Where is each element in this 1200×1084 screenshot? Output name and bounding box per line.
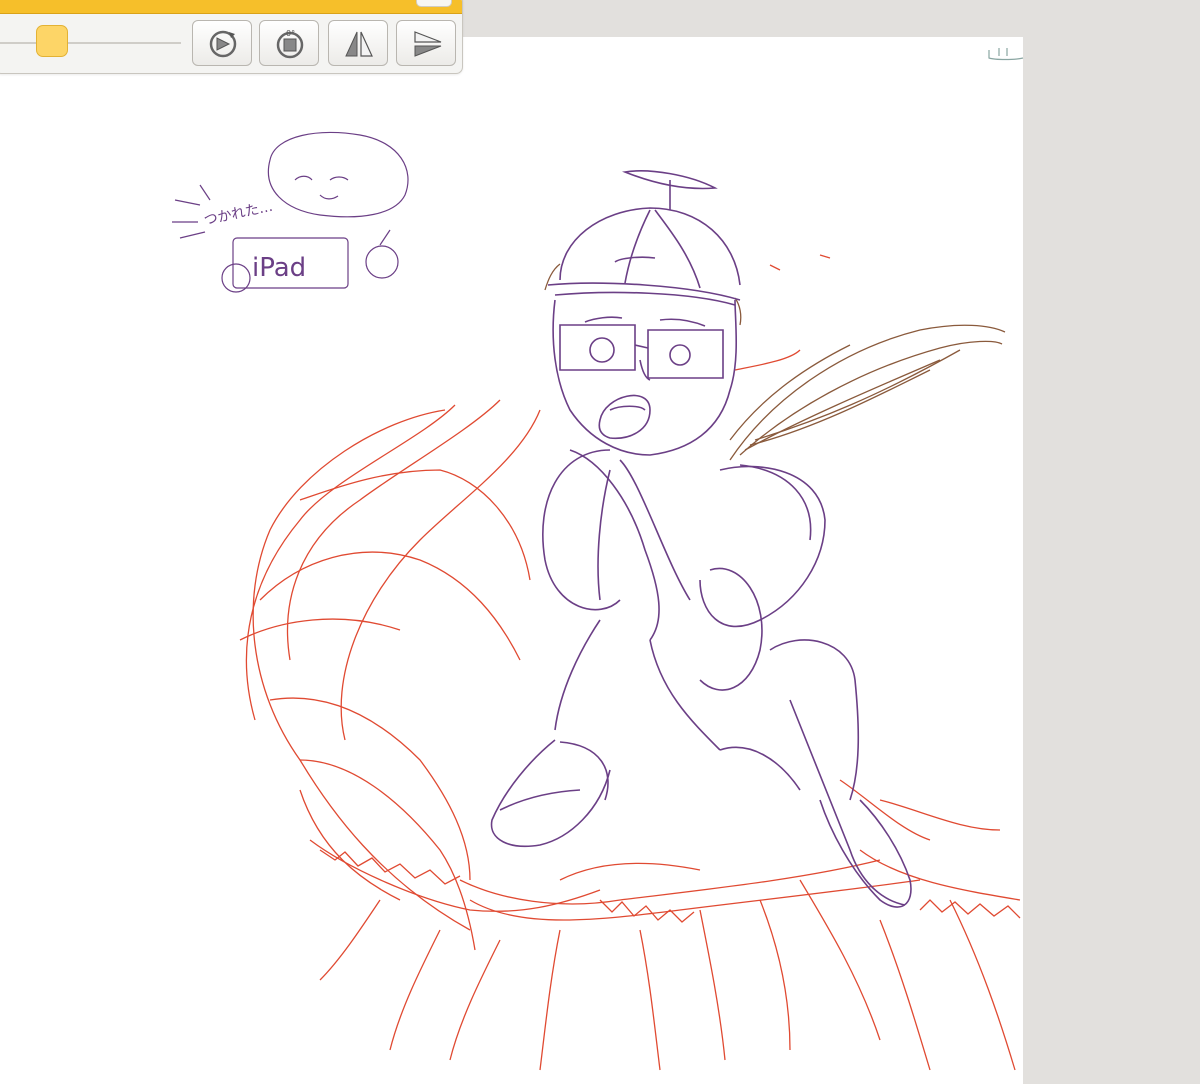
- transform-toolbar: 0°: [0, 0, 463, 74]
- drawing-canvas[interactable]: iPad つかれた…: [0, 37, 1023, 1084]
- size-slider-track[interactable]: [0, 42, 181, 44]
- flip-vertical-icon: [414, 31, 442, 57]
- svg-text:0°: 0°: [286, 29, 295, 38]
- size-slider-thumb[interactable]: [36, 25, 68, 57]
- toolbar-title-strip: [0, 0, 462, 14]
- sketch-artwork: iPad つかれた…: [172, 131, 1021, 1071]
- ipad-label: iPad: [252, 253, 306, 283]
- rotate-zero-icon: 0°: [276, 29, 304, 59]
- flip-horizontal-button[interactable]: [328, 20, 388, 66]
- drawing-app: iPad つかれた… 0°: [0, 0, 1200, 1084]
- corner-mark: [988, 48, 1024, 61]
- rotate-reset-button[interactable]: [192, 20, 252, 66]
- tired-text: つかれた…: [203, 199, 275, 229]
- purple-sketch-lines: [490, 170, 912, 908]
- red-sketch-lines: [239, 254, 1021, 1071]
- rotate-reset-icon: [209, 30, 237, 58]
- flip-horizontal-icon: [345, 31, 373, 57]
- flip-vertical-button[interactable]: [396, 20, 456, 66]
- toolbar-collapse-tab[interactable]: [416, 0, 452, 7]
- rotate-zero-button[interactable]: 0°: [259, 20, 319, 66]
